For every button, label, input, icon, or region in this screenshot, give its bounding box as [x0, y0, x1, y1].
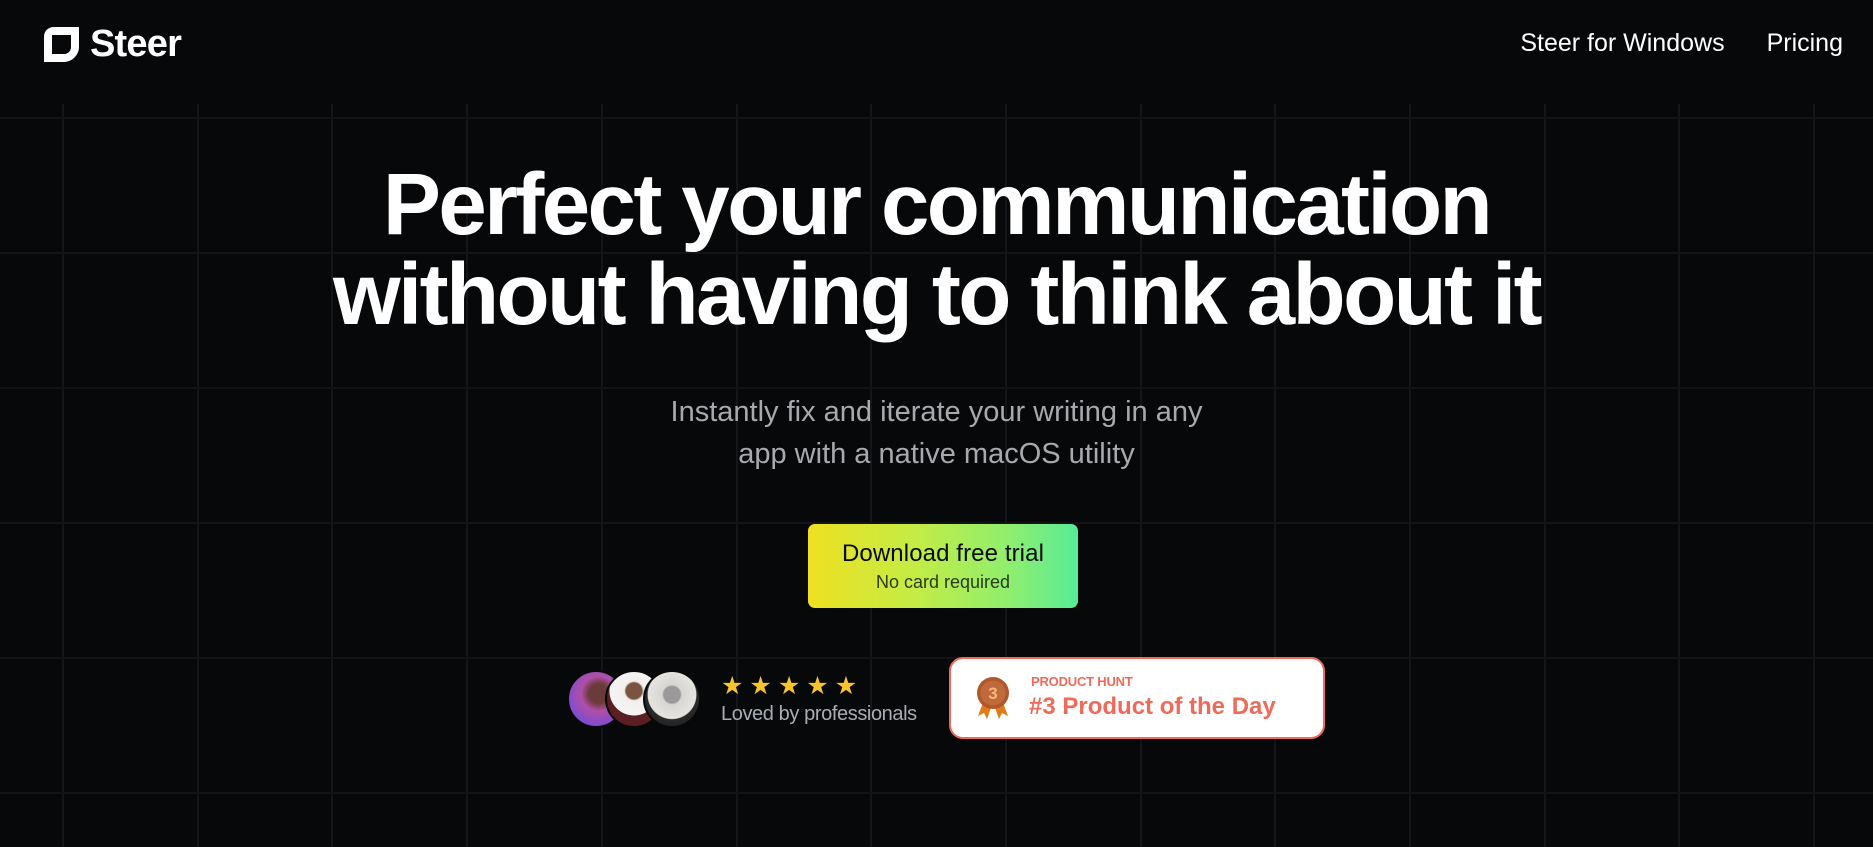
- medal-icon: 3: [977, 677, 1009, 719]
- hero-subtitle-line-1: Instantly fix and iterate your writing i…: [670, 396, 1203, 428]
- grid-line-horizontal: [0, 117, 1873, 119]
- nav-pricing[interactable]: Pricing: [1767, 27, 1843, 59]
- star-icon: ★: [834, 672, 858, 700]
- logo-link[interactable]: Steer: [44, 23, 182, 65]
- grid-line-horizontal: [0, 387, 1873, 389]
- cta-sublabel: No card required: [875, 572, 1011, 592]
- nav-steer-for-windows[interactable]: Steer for Windows: [1520, 27, 1724, 59]
- steer-logo-icon: [44, 26, 79, 62]
- brand-name: Steer: [90, 23, 182, 65]
- product-hunt-text: PRODUCT HUNT #3 Product of the Day: [1029, 674, 1276, 722]
- star-icon: ★: [806, 672, 829, 700]
- grid-line-horizontal: [0, 657, 1873, 659]
- avatar-group: [567, 670, 701, 728]
- svg-text:3: 3: [988, 684, 997, 703]
- product-hunt-title: #3 Product of the Day: [1029, 693, 1276, 720]
- star-rating: ★ ★ ★ ★ ★: [721, 672, 917, 700]
- top-nav: Steer for Windows Pricing: [1520, 27, 1843, 59]
- star-icon: ★: [777, 672, 801, 700]
- product-hunt-badge[interactable]: 3 PRODUCT HUNT #3 Product of the Day: [949, 657, 1325, 739]
- star-icon: ★: [721, 672, 744, 700]
- hero-headline-line-2: without having to think about it: [332, 246, 1543, 343]
- avatar: [643, 670, 701, 728]
- site-header: Steer Steer for Windows Pricing: [0, 0, 1873, 90]
- rating-text: Loved by professionals: [721, 703, 917, 725]
- cta-label: Download free trial: [842, 540, 1044, 567]
- hero-subtitle-line-2: app with a native macOS utility: [738, 438, 1135, 470]
- hero-headline: Perfect your communication without havin…: [0, 160, 1873, 340]
- grid-line-horizontal: [0, 792, 1873, 794]
- download-free-trial-button[interactable]: Download free trial No card required: [808, 524, 1078, 608]
- social-proof: ★ ★ ★ ★ ★ Loved by professionals: [567, 670, 917, 728]
- rating: ★ ★ ★ ★ ★ Loved by professionals: [721, 672, 917, 726]
- product-hunt-kicker: PRODUCT HUNT: [1031, 674, 1133, 689]
- hero-subtitle: Instantly fix and iterate your writing i…: [0, 391, 1873, 475]
- hero-headline-line-1: Perfect your communication: [382, 156, 1493, 253]
- star-icon: ★: [749, 672, 772, 700]
